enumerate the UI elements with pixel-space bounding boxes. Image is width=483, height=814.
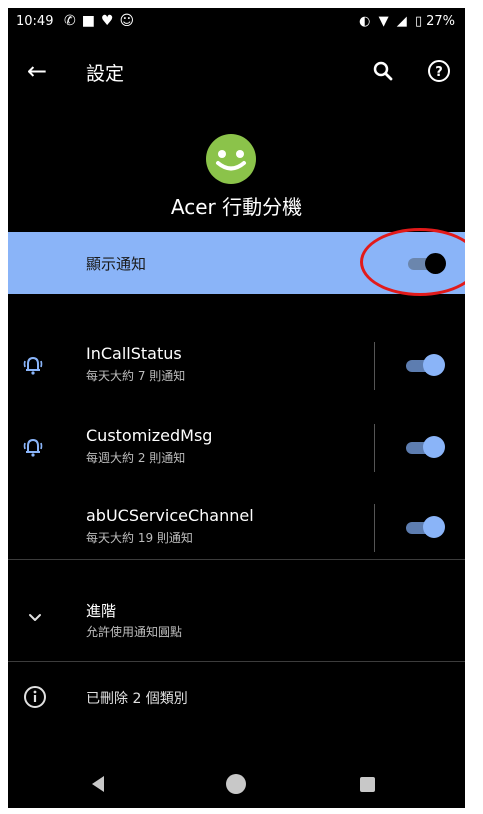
channel-name: abUCServiceChannel <box>86 506 254 525</box>
channel-name: CustomizedMsg <box>86 426 213 445</box>
nav-home-icon[interactable] <box>226 774 246 794</box>
chat-icon: ♥ <box>100 13 120 29</box>
advanced-row[interactable]: 進階 允許使用通知圓點 <box>8 588 465 658</box>
channel-toggle[interactable] <box>404 436 446 458</box>
channel-name: InCallStatus <box>86 344 182 363</box>
battery-level: 27% <box>426 14 455 29</box>
divider <box>374 424 375 472</box>
channel-toggle[interactable] <box>404 354 446 376</box>
help-icon[interactable]: ? <box>425 57 453 85</box>
channel-row[interactable]: abUCServiceChannel 每天大約 19 則通知 <box>8 496 465 566</box>
channel-frequency: 每天大約 19 則通知 <box>86 531 193 545</box>
advanced-subtitle: 允許使用通知圓點 <box>86 625 183 639</box>
status-time: 10:49 <box>16 14 54 29</box>
advanced-title: 進階 <box>86 602 117 620</box>
deleted-categories-row: 已刪除 2 個類別 <box>8 672 465 722</box>
app-name: Acer 行動分機 <box>170 195 303 219</box>
notification-icons: ✆■♥☺ <box>64 13 140 29</box>
smiley-face-icon <box>206 134 256 184</box>
battery-icon: ▯ <box>414 14 423 29</box>
signal-icon: ◢ <box>396 14 407 29</box>
navigation-bar <box>8 760 465 808</box>
wifi-icon: ▼ <box>378 14 389 29</box>
toggle-thumb <box>423 436 445 458</box>
message-icon: ■ <box>81 13 101 29</box>
app-notification-icon: ☺ <box>119 13 141 29</box>
section-divider <box>8 559 465 560</box>
divider <box>374 504 375 552</box>
channel-row[interactable]: CustomizedMsg 每週大約 2 則通知 <box>8 416 465 486</box>
toggle-thumb <box>423 354 445 376</box>
show-notifications-label: 顯示通知 <box>86 255 147 273</box>
channel-toggle[interactable] <box>404 516 446 538</box>
bell-icon <box>20 352 46 378</box>
channel-frequency: 每週大約 2 則通知 <box>86 451 186 465</box>
info-icon <box>22 684 48 710</box>
section-divider <box>8 661 465 662</box>
app-bar: ← 設定 ? <box>8 46 465 98</box>
phone-icon: ✆ <box>64 13 82 29</box>
phone-screen: 10:49 ✆■♥☺ ◐ ▼ ◢ ▯ 27% ← 設定 ? Acer 行動分機 顯… <box>8 8 465 808</box>
channel-row[interactable]: InCallStatus 每天大約 7 則通知 <box>8 334 465 404</box>
nav-back-icon[interactable] <box>92 776 104 792</box>
toggle-thumb <box>423 516 445 538</box>
divider <box>374 342 375 390</box>
chevron-down-icon <box>24 606 46 628</box>
bell-icon <box>20 434 46 460</box>
page-title: 設定 <box>86 63 125 85</box>
deleted-categories-text: 已刪除 2 個類別 <box>86 691 188 707</box>
nav-recents-icon[interactable] <box>360 777 375 792</box>
back-arrow-icon[interactable]: ← <box>22 56 52 86</box>
channel-frequency: 每天大約 7 則通知 <box>86 369 186 383</box>
vibrate-icon: ◐ <box>359 14 371 29</box>
status-right: ◐ ▼ ◢ ▯ 27% <box>355 14 455 29</box>
status-bar: 10:49 ✆■♥☺ ◐ ▼ ◢ ▯ 27% <box>8 8 465 36</box>
search-icon[interactable] <box>369 57 397 85</box>
svg-text:?: ? <box>435 65 443 80</box>
